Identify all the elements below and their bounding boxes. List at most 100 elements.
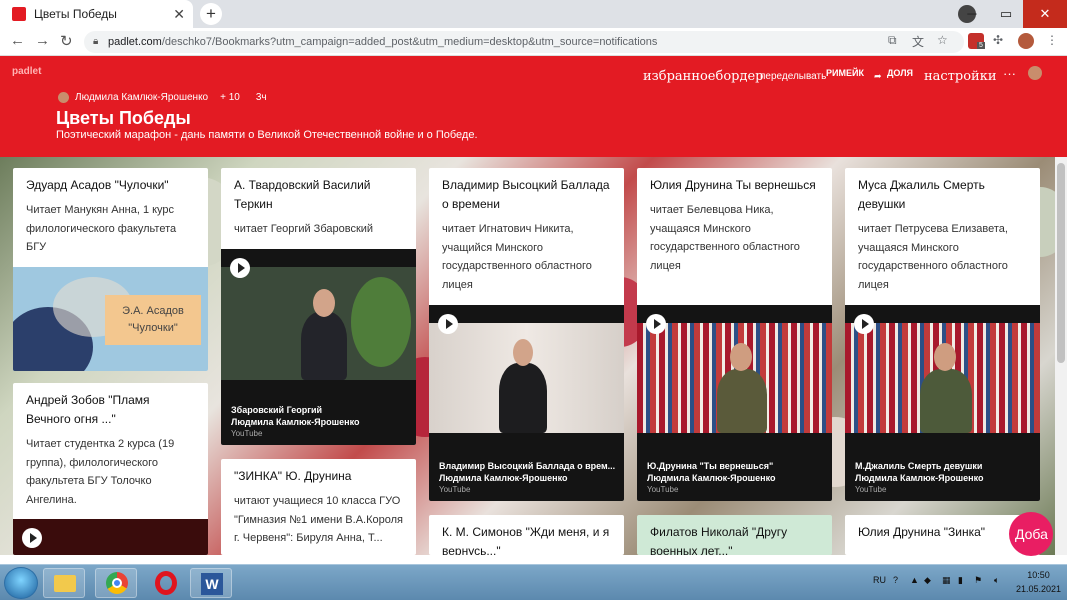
post-card[interactable]: К. М. Симонов "Жди меня, и я вернусь..." [429, 515, 624, 555]
minimize-button[interactable]: ─ [955, 0, 989, 28]
padlet-logo[interactable]: padlet [12, 66, 41, 77]
favorites-link[interactable]: избранноебордер [643, 69, 764, 84]
play-icon[interactable] [854, 314, 874, 334]
post-card[interactable]: Филатов Николай "Другу военных лет..." [637, 515, 832, 555]
post-title: А. Твардовский Василий Теркин [234, 178, 371, 211]
post-body: Читает Манукян Анна, 1 курс филологическ… [26, 204, 177, 253]
share-link[interactable]: ДОЛЯ [887, 68, 913, 78]
video-thumbnail [845, 323, 1040, 433]
post-card[interactable]: Владимир Высоцкий Баллада о времени чита… [429, 168, 624, 501]
remake-link[interactable]: переделывать [760, 71, 826, 82]
language-indicator[interactable]: RU [873, 575, 886, 585]
post-body: читает Петрусева Елизавета, учащаяся Мин… [858, 223, 1008, 291]
play-icon[interactable] [22, 528, 42, 548]
image-caption-2: "Чулочки" [128, 322, 178, 334]
chrome-app-icon[interactable] [95, 568, 137, 598]
post-image[interactable]: Э.А. Асадов "Чулочки" [13, 267, 208, 371]
share-icon[interactable]: ➦ [874, 71, 882, 82]
video-author: Людмила Камлюк-Ярошенко [231, 417, 360, 427]
post-card[interactable]: Эдуард Асадов "Чулочки" Читает Манукян А… [13, 168, 208, 371]
post-card[interactable]: "ЗИНКА" Ю. Друнина читают учащиеся 10 кл… [221, 459, 416, 555]
post-card[interactable]: А. Твардовский Василий Теркин читает Гео… [221, 168, 416, 445]
post-body: Читает студентка 2 курса (19 группа), фи… [26, 438, 175, 506]
close-window-button[interactable]: ✕ [1023, 0, 1067, 28]
volume-icon[interactable]: 🔈︎ [994, 575, 999, 586]
video-author: Людмила Камлюк-Ярошенко [647, 473, 776, 483]
video-thumbnail [637, 323, 832, 433]
add-post-button[interactable]: Доба [1009, 512, 1053, 556]
back-icon[interactable]: ← [10, 32, 25, 49]
post-body: читают учащиеся 10 класса ГУО "Гимназия … [234, 495, 403, 544]
forward-icon[interactable]: → [35, 32, 50, 49]
opera-app-icon[interactable] [145, 568, 187, 598]
explorer-app-icon[interactable] [43, 568, 85, 598]
image-caption-1: Э.А. Асадов [122, 305, 184, 317]
video-source: YouTube [855, 485, 887, 494]
padlet-favicon-icon [12, 7, 26, 21]
video-player[interactable]: Ю.Друнина "Ты вернешься" Людмила Камлюк-… [637, 305, 832, 501]
browser-tab-bar: Цветы Победы ✕ + ─ ▭ ✕ [0, 0, 1067, 28]
post-body: читает Игнатович Никита, учащийся Минско… [442, 223, 592, 291]
close-tab-icon[interactable]: ✕ [173, 6, 185, 23]
maximize-button[interactable]: ▭ [989, 0, 1023, 28]
video-thumbnail [221, 267, 416, 380]
network-icon[interactable]: ▦ [942, 575, 951, 586]
video-player[interactable]: Владимир Высоцкий Баллада о врем... Людм… [429, 305, 624, 501]
help-icon[interactable]: ? [893, 575, 898, 585]
system-clock[interactable]: 10:50 21.05.2021 [1016, 568, 1061, 596]
post-title: К. М. Симонов "Жди меня, и я вернусь..." [442, 525, 610, 555]
play-icon[interactable] [230, 258, 250, 278]
page-scrollbar[interactable] [1055, 157, 1067, 555]
browser-tab[interactable]: Цветы Победы ✕ [0, 0, 193, 28]
scrollbar-thumb[interactable] [1057, 163, 1065, 363]
image-label-box: Э.А. Асадов "Чулочки" [105, 295, 201, 345]
word-app-icon[interactable]: W [190, 568, 232, 598]
window-controls: ─ ▭ ✕ [955, 0, 1067, 28]
new-tab-button[interactable]: + [200, 3, 222, 25]
video-author: Людмила Камлюк-Ярошенко [439, 473, 568, 483]
post-time: 3ч [255, 92, 267, 103]
video-player[interactable]: Збаровский Георгий Людмила Камлюк-Ярошен… [221, 249, 416, 445]
bookmark-star-icon[interactable]: ☆ [937, 33, 948, 47]
post-card[interactable]: Муса Джалиль Смерть девушки читает Петру… [845, 168, 1040, 501]
lock-icon: 🔒︎ [93, 36, 99, 47]
post-title: Владимир Высоцкий Баллада о времени [442, 178, 610, 211]
tray-arrow-icon[interactable]: ▲ [910, 575, 919, 585]
install-icon[interactable]: ⧉ [888, 33, 897, 48]
video-author: Людмила Камлюк-Ярошенко [855, 473, 984, 483]
video-title: Владимир Высоцкий Баллада о врем... [439, 461, 616, 471]
address-bar-row: ← → ↻ 🔒︎ padlet.com/deschko7/Bookmarks?u… [0, 28, 1067, 56]
flag-icon[interactable]: ⚑ [974, 575, 982, 586]
reload-icon[interactable]: ↻ [60, 32, 73, 50]
padlet-header: padlet Людмила Камлюк-Ярошенко + 10 3ч Ц… [0, 56, 1067, 157]
video-source: YouTube [231, 429, 263, 438]
video-player[interactable] [13, 519, 208, 555]
board-subtitle: Поэтический марафон - дань памяти о Вели… [56, 129, 478, 141]
video-player[interactable]: М.Джалиль Смерть девушки Людмила Камлюк-… [845, 305, 1040, 501]
profile-avatar-icon[interactable] [1018, 33, 1034, 49]
post-title: Юлия Друнина Ты вернешься [650, 178, 816, 192]
post-card[interactable]: Юлия Друнина Ты вернешься читает Белевцо… [637, 168, 832, 501]
video-title: Ю.Друнина "Ты вернешься" [647, 461, 774, 471]
post-title: Муса Джалиль Смерть девушки [858, 178, 985, 211]
post-title: Эдуард Асадов "Чулочки" [26, 178, 169, 192]
browser-menu-icon[interactable]: ⋮ [1046, 33, 1058, 47]
more-options-icon[interactable]: ··· [1003, 66, 1016, 81]
settings-link[interactable]: настройки [924, 69, 997, 84]
tray-app-icon[interactable]: ◆ [924, 575, 931, 586]
author-info: Людмила Камлюк-Ярошенко + 10 3ч [58, 92, 267, 103]
user-avatar[interactable] [1028, 66, 1042, 80]
post-body: читает Георгий Збаровский [234, 223, 374, 235]
start-button[interactable] [4, 567, 38, 599]
battery-icon[interactable]: ▮ [958, 575, 963, 586]
play-icon[interactable] [438, 314, 458, 334]
extensions-puzzle-icon[interactable]: ✣ [993, 33, 1003, 47]
author-name: Людмила Камлюк-Ярошенко [75, 92, 209, 103]
translate-icon[interactable]: 文 [912, 33, 924, 50]
remake-caps-label[interactable]: РИМЕЙК [826, 68, 864, 78]
post-card[interactable]: Андрей Зобов "Пламя Вечного огня ..." Чи… [13, 383, 208, 555]
author-avatar [58, 92, 69, 103]
url-input[interactable]: 🔒︎ padlet.com/deschko7/Bookmarks?utm_cam… [84, 31, 964, 53]
post-title: Филатов Николай "Другу военных лет..." [650, 525, 788, 555]
play-icon[interactable] [646, 314, 666, 334]
